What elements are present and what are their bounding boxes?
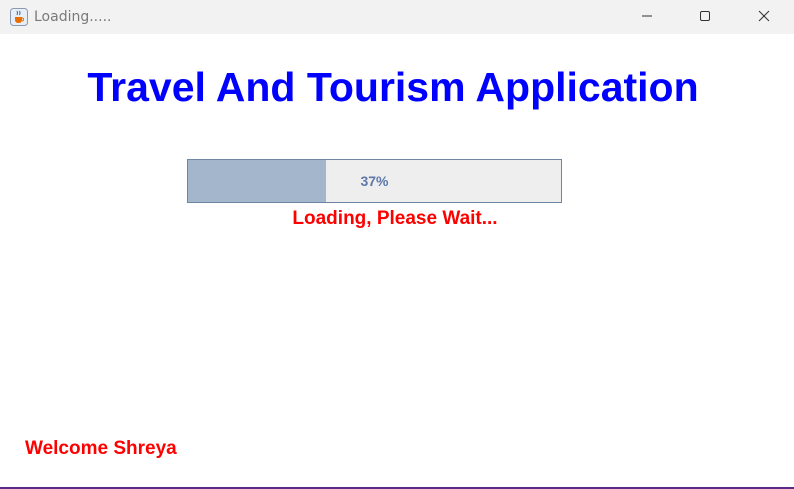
progress-percent: 37% (360, 173, 389, 189)
window-title: Loading..... (34, 9, 112, 25)
java-cup-icon (10, 8, 28, 26)
loading-message: Loading, Please Wait... (292, 208, 498, 229)
minimize-button[interactable] (624, 0, 670, 32)
welcome-message: Welcome Shreya (25, 438, 177, 459)
minimize-icon (642, 15, 652, 17)
app-heading: Travel And Tourism Application (87, 64, 699, 110)
app-window: Loading..... Travel And Tourism Applicat… (0, 0, 794, 489)
close-icon (758, 10, 770, 22)
maximize-button[interactable] (682, 0, 728, 32)
close-button[interactable] (741, 0, 787, 32)
title-bar[interactable]: Loading..... (0, 0, 794, 34)
maximize-icon (700, 11, 710, 21)
progress-bar: 37% (187, 159, 562, 203)
